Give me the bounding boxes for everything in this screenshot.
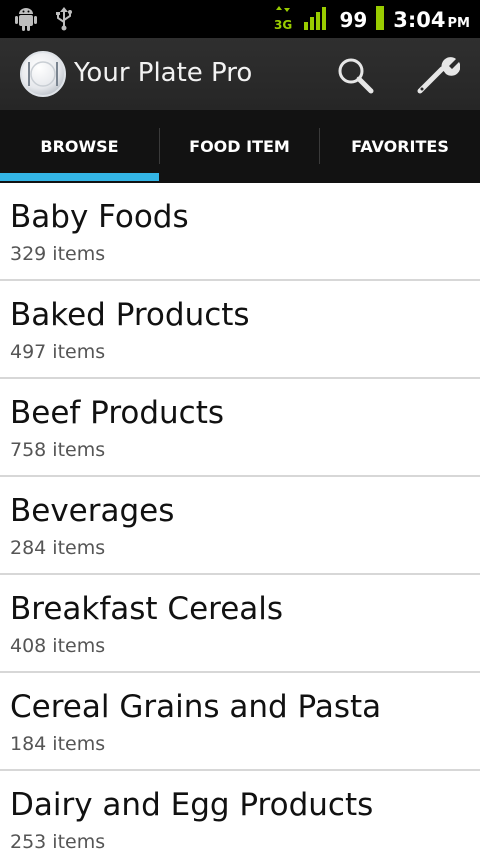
list-item[interactable]: Dairy and Egg Products 253 items bbox=[0, 771, 480, 854]
tab-favorites[interactable]: FAVORITES bbox=[320, 110, 480, 183]
category-name: Beverages bbox=[10, 493, 175, 529]
category-count: 329 items bbox=[10, 243, 106, 265]
data-3g-icon: 3G bbox=[273, 4, 295, 36]
usb-icon bbox=[54, 6, 74, 36]
tab-food-item[interactable]: FOOD ITEM bbox=[160, 110, 319, 183]
plate-logo-icon[interactable] bbox=[20, 51, 66, 97]
action-bar: Your Plate Pro bbox=[0, 38, 480, 110]
list-item[interactable]: Beverages 284 items bbox=[0, 477, 480, 575]
status-time-value: 3:04 bbox=[393, 8, 446, 32]
category-name: Cereal Grains and Pasta bbox=[10, 689, 382, 725]
category-count: 184 items bbox=[10, 733, 106, 755]
category-count: 253 items bbox=[10, 831, 106, 853]
category-count: 284 items bbox=[10, 537, 106, 559]
list-item[interactable]: Baked Products 497 items bbox=[0, 281, 480, 379]
category-list[interactable]: Baby Foods 329 items Baked Products 497 … bbox=[0, 183, 480, 854]
android-debug-icon bbox=[14, 6, 38, 36]
category-count: 497 items bbox=[10, 341, 106, 363]
list-item[interactable]: Breakfast Cereals 408 items bbox=[0, 575, 480, 673]
list-item[interactable]: Cereal Grains and Pasta 184 items bbox=[0, 673, 480, 771]
network-type-label: 3G bbox=[274, 18, 292, 32]
status-bar: 3G 99 3:04 PM bbox=[0, 0, 480, 38]
app-title: Your Plate Pro bbox=[74, 58, 253, 88]
battery-level: 99 bbox=[339, 8, 368, 32]
category-count: 408 items bbox=[10, 635, 106, 657]
category-name: Baby Foods bbox=[10, 199, 189, 235]
status-time-ampm: PM bbox=[447, 16, 470, 31]
signal-icon bbox=[303, 5, 331, 35]
category-count: 758 items bbox=[10, 439, 106, 461]
category-name: Dairy and Egg Products bbox=[10, 787, 374, 823]
list-item[interactable]: Baby Foods 329 items bbox=[0, 183, 480, 281]
status-time: 3:04 PM bbox=[393, 8, 470, 32]
selected-tab-indicator bbox=[0, 173, 159, 181]
list-item[interactable]: Beef Products 758 items bbox=[0, 379, 480, 477]
category-name: Baked Products bbox=[10, 297, 250, 333]
wrench-settings-icon[interactable] bbox=[416, 55, 461, 95]
category-name: Beef Products bbox=[10, 395, 225, 431]
category-name: Breakfast Cereals bbox=[10, 591, 284, 627]
search-icon[interactable] bbox=[335, 55, 375, 95]
battery-icon bbox=[375, 5, 385, 35]
